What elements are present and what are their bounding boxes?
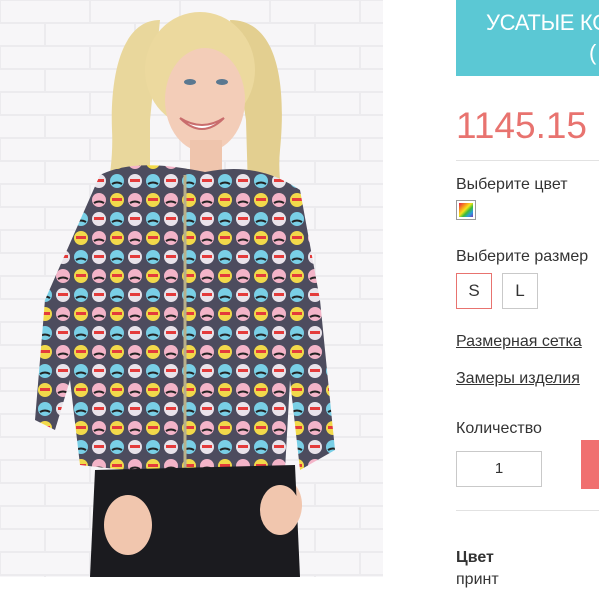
rainbow-swatch-icon[interactable] xyxy=(456,200,476,220)
quantity-input[interactable]: 1 xyxy=(456,451,542,487)
product-title-banner: УСАТЫЕ КО ( xyxy=(456,0,599,76)
product-title-continuation: ( xyxy=(589,40,597,65)
product-title: УСАТЫЕ КО xyxy=(486,10,599,35)
product-photo xyxy=(0,0,383,577)
divider xyxy=(456,510,599,511)
color-label: Выберите цвет xyxy=(456,176,568,193)
size-label: Выберите размер xyxy=(456,248,589,265)
product-info-panel: УСАТЫЕ КО ( 1145.15 Выберите цвет Выбери… xyxy=(456,0,599,595)
divider xyxy=(456,160,599,161)
attribute-name: Цвет xyxy=(456,549,494,566)
size-chart-link[interactable]: Размерная сетка xyxy=(456,333,582,351)
quantity-label: Количество xyxy=(456,420,542,437)
measurements-link[interactable]: Замеры изделия xyxy=(456,370,580,388)
product-image xyxy=(0,0,383,577)
product-price: 1145.15 xyxy=(456,105,587,146)
add-to-cart-button[interactable] xyxy=(581,440,599,489)
attribute-value: принт xyxy=(456,571,499,588)
size-option-s[interactable]: S xyxy=(456,273,492,309)
size-option-l[interactable]: L xyxy=(502,273,538,309)
